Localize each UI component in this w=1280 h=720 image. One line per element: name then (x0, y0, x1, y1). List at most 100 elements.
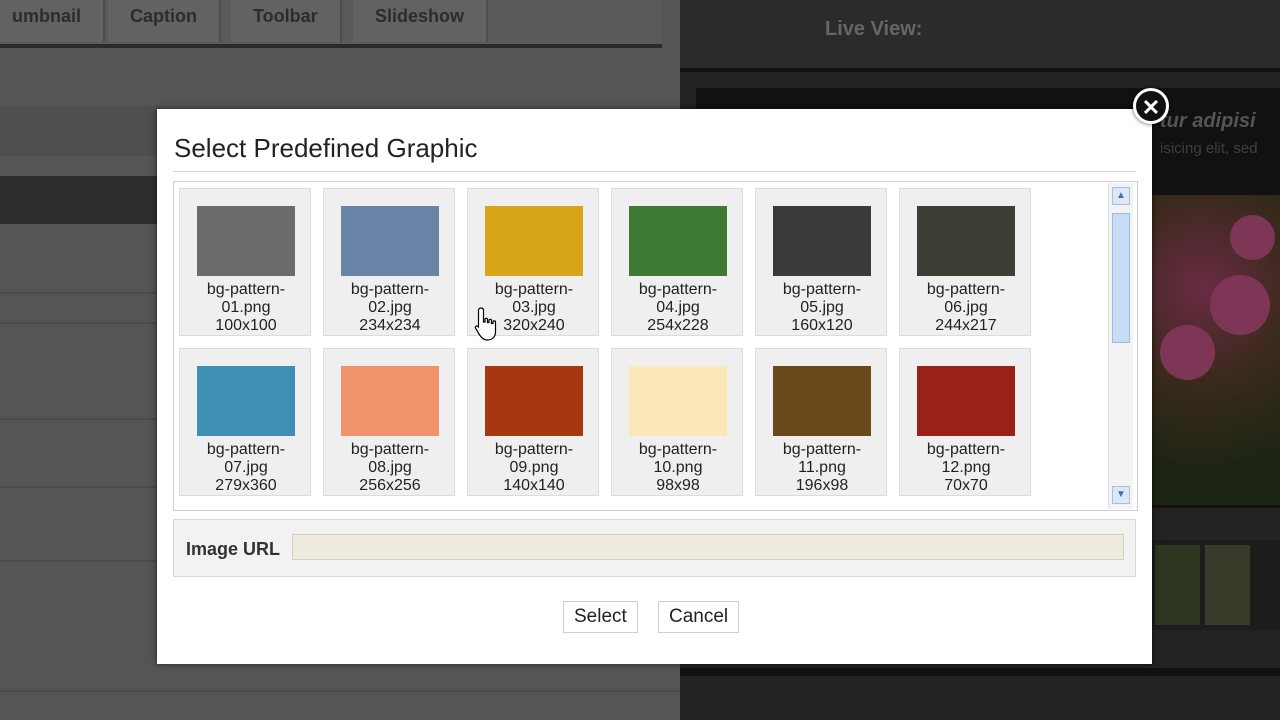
image-url-label: Image URL (186, 539, 281, 559)
live-view-footer (680, 668, 1280, 676)
editor-tab-bar: umbnail Caption Toolbar Slideshow (0, 0, 662, 48)
select-graphic-dialog: Select Predefined Graphic bg-pattern- 01.… (157, 109, 1152, 664)
graphic-filename: 07.jpg (224, 459, 268, 476)
graphic-filename: 12.png (941, 459, 991, 476)
graphic-dimensions: 234x234 (359, 317, 421, 334)
graphic-tile[interactable]: bg-pattern- 08.jpg 256x256 (323, 348, 455, 496)
graphic-filename: bg-pattern- (350, 441, 430, 458)
graphic-thumbnail (341, 366, 439, 436)
preview-heading: tur adipisi (1160, 110, 1256, 132)
scroll-down-icon[interactable]: ▼ (1112, 486, 1130, 504)
tab-slideshow[interactable]: Slideshow (353, 0, 489, 42)
graphic-thumbnail (197, 206, 295, 276)
graphic-dimensions: 100x100 (215, 317, 277, 334)
graphic-tile[interactable]: bg-pattern- 01.png 100x100 (179, 188, 311, 336)
graphic-thumbnail (629, 206, 727, 276)
preview-thumbnail[interactable] (1205, 545, 1250, 625)
graphic-filename: 09.png (509, 459, 559, 476)
graphic-caption: bg-pattern- 08.jpg 256x256 (324, 441, 456, 495)
graphic-tile[interactable]: bg-pattern- 10.png 98x98 (611, 348, 743, 496)
live-view-label: Live View: (825, 18, 923, 40)
editor-divider (0, 690, 680, 692)
preview-thumbnail[interactable] (1155, 545, 1200, 625)
graphic-filename: bg-pattern- (638, 281, 718, 298)
graphic-thumbnail (197, 366, 295, 436)
tab-thumbnail[interactable]: umbnail (0, 0, 106, 42)
graphic-thumbnail (629, 366, 727, 436)
graphic-dimensions: 196x98 (795, 477, 849, 494)
scroll-thumb[interactable] (1112, 213, 1130, 343)
tab-caption[interactable]: Caption (108, 0, 221, 42)
graphic-filename: 01.png (221, 299, 271, 316)
graphic-tile[interactable]: bg-pattern- 07.jpg 279x360 (179, 348, 311, 496)
graphic-filename: 08.jpg (368, 459, 412, 476)
graphic-thumbnail (485, 206, 583, 276)
graphic-filename: 11.png (798, 459, 846, 476)
graphic-tile[interactable]: bg-pattern- 09.png 140x140 (467, 348, 599, 496)
graphic-dimensions: 279x360 (215, 477, 277, 494)
graphic-thumbnail (773, 206, 871, 276)
graphic-caption: bg-pattern- 02.jpg 234x234 (324, 281, 456, 335)
graphic-filename: bg-pattern- (926, 441, 1006, 458)
graphic-filename: bg-pattern- (638, 441, 718, 458)
graphic-dimensions: 244x217 (935, 317, 997, 334)
graphic-filename: 04.jpg (656, 299, 700, 316)
graphic-dimensions: 140x140 (503, 477, 565, 494)
graphic-filename: bg-pattern- (350, 281, 430, 298)
live-view-header (680, 0, 1280, 72)
flower-shape (1160, 325, 1215, 380)
tab-toolbar[interactable]: Toolbar (231, 0, 342, 42)
flower-shape (1210, 275, 1270, 335)
select-button[interactable]: Select (563, 601, 638, 633)
graphic-dimensions: 98x98 (656, 477, 700, 494)
graphic-dimensions: 256x256 (359, 477, 421, 494)
graphic-tile[interactable]: bg-pattern- 12.png 70x70 (899, 348, 1031, 496)
graphic-caption: bg-pattern- 07.jpg 279x360 (180, 441, 312, 495)
editor-row (0, 106, 160, 156)
graphics-grid: bg-pattern- 01.png 100x100 bg-pattern- 02.jp… (173, 181, 1138, 511)
cancel-button[interactable]: Cancel (658, 601, 740, 633)
close-icon[interactable]: ✕ (1133, 88, 1169, 124)
preview-subtext: isicing elit, sed (1160, 140, 1258, 157)
graphic-caption: bg-pattern- 09.png 140x140 (468, 441, 600, 495)
graphic-filename: 06.jpg (944, 299, 988, 316)
hand-cursor-icon (474, 307, 497, 341)
graphic-filename: bg-pattern- (206, 441, 286, 458)
graphic-caption: bg-pattern- 01.png 100x100 (180, 281, 312, 335)
graphic-caption: bg-pattern- 12.png 70x70 (900, 441, 1032, 495)
scroll-up-icon[interactable]: ▲ (1112, 187, 1130, 205)
graphic-filename: bg-pattern- (494, 441, 574, 458)
graphic-caption: bg-pattern- 06.jpg 244x217 (900, 281, 1032, 335)
graphic-thumbnail (917, 206, 1015, 276)
graphic-tile[interactable]: bg-pattern- 05.jpg 160x120 (755, 188, 887, 336)
graphic-caption: bg-pattern- 05.jpg 160x120 (756, 281, 888, 335)
graphic-filename: bg-pattern- (926, 281, 1006, 298)
dialog-title: Select Predefined Graphic (174, 133, 478, 163)
graphic-tile[interactable]: bg-pattern- 11.png 196x98 (755, 348, 887, 496)
graphic-dimensions: 254x228 (647, 317, 709, 334)
graphic-filename: 10.png (653, 459, 703, 476)
graphic-dimensions: 160x120 (791, 317, 853, 334)
graphic-filename: bg-pattern- (206, 281, 286, 298)
graphic-caption: bg-pattern- 11.png 196x98 (756, 441, 888, 495)
graphic-filename: 02.jpg (368, 299, 412, 316)
title-divider (173, 171, 1136, 172)
graphic-thumbnail (917, 366, 1015, 436)
graphic-filename: 05.jpg (800, 299, 844, 316)
graphic-tile[interactable]: bg-pattern- 06.jpg 244x217 (899, 188, 1031, 336)
graphic-thumbnail (485, 366, 583, 436)
graphic-filename: bg-pattern- (782, 441, 862, 458)
graphic-thumbnail (773, 366, 871, 436)
graphic-filename: bg-pattern- (782, 281, 862, 298)
graphic-thumbnail (341, 206, 439, 276)
grid-scrollbar[interactable]: ▲ ▼ (1108, 183, 1133, 509)
image-url-input[interactable] (292, 534, 1124, 560)
preview-photo (1150, 195, 1280, 505)
image-url-panel: Image URL (173, 519, 1136, 577)
graphic-tile[interactable]: bg-pattern- 02.jpg 234x234 (323, 188, 455, 336)
graphic-caption: bg-pattern- 10.png 98x98 (612, 441, 744, 495)
graphic-filename: bg-pattern- (494, 281, 574, 298)
graphic-dimensions: 70x70 (944, 477, 988, 494)
flower-shape (1230, 215, 1275, 260)
graphic-tile[interactable]: bg-pattern- 04.jpg 254x228 (611, 188, 743, 336)
